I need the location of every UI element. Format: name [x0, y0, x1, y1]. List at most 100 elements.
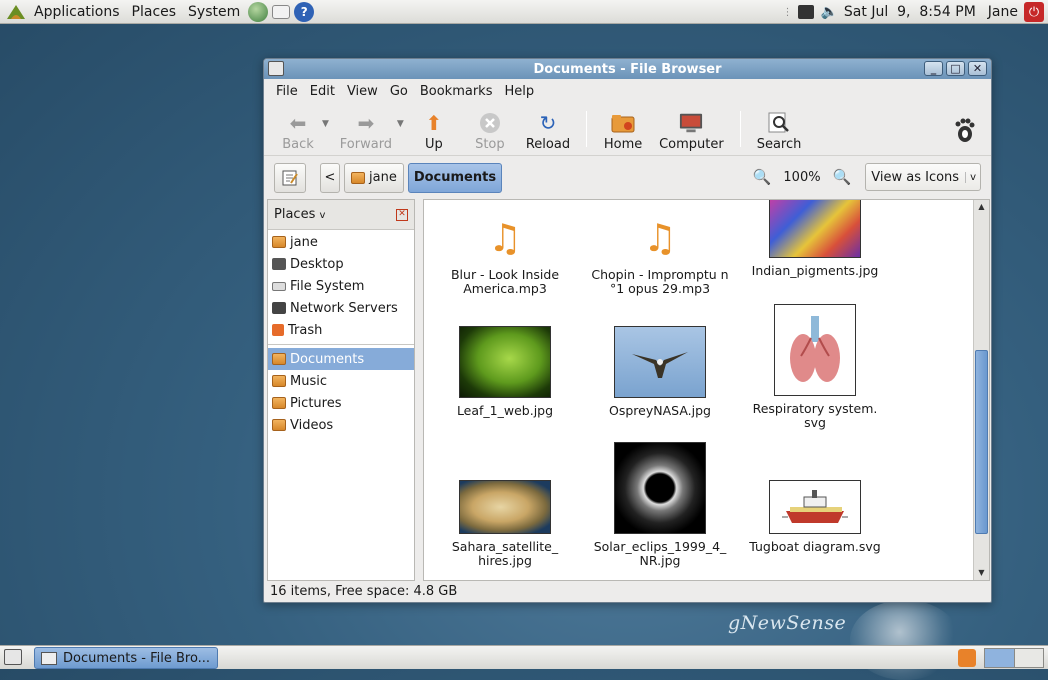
file-item[interactable]: ♫ Chopin - Impromptu n °1 opus 29.mp3 — [585, 218, 735, 296]
home-button[interactable]: Home — [595, 106, 651, 152]
chevron-down-icon: v — [319, 210, 326, 221]
show-desktop-icon[interactable] — [4, 649, 22, 665]
sidebar-item-music[interactable]: Music — [268, 370, 414, 392]
web-browser-icon[interactable] — [248, 1, 269, 22]
trash-icon — [272, 324, 284, 336]
menu-view[interactable]: View — [341, 84, 384, 99]
scrollbar-thumb[interactable] — [975, 350, 988, 534]
bottom-panel: Documents - File Bro... — [0, 645, 1048, 669]
help-icon[interactable]: ? — [294, 1, 315, 22]
menu-go[interactable]: Go — [384, 84, 414, 99]
network-status-icon[interactable] — [798, 5, 815, 19]
close-button[interactable]: ✕ — [968, 61, 987, 76]
window-titlebar[interactable]: Documents - File Browser _ □ ✕ — [264, 59, 991, 79]
file-icon-view: ♫ Blur - Look Inside America.mp3 ♫ Chopi… — [423, 199, 990, 581]
workspace-2[interactable] — [1014, 649, 1043, 667]
image-thumbnail — [769, 200, 861, 258]
image-thumbnail — [769, 480, 861, 534]
sidebar-item-documents[interactable]: Documents — [268, 348, 414, 370]
back-history-dropdown[interactable]: ▼ — [322, 119, 329, 129]
toolbar-separator — [586, 111, 588, 147]
scroll-down-arrow-icon[interactable]: ▼ — [974, 566, 989, 580]
mail-icon[interactable] — [272, 4, 291, 19]
file-item[interactable]: ♫ Blur - Look Inside America.mp3 — [430, 218, 580, 296]
sidebar-item-desktop[interactable]: Desktop — [268, 253, 414, 275]
zoom-out-icon[interactable]: 🔍 — [753, 168, 772, 186]
file-item[interactable]: Leaf_1_web.jpg — [430, 326, 580, 418]
sidebar-splitter[interactable] — [415, 199, 423, 581]
taskbar-window-button[interactable]: Documents - File Bro... — [34, 647, 218, 669]
sidebar-item-network-servers[interactable]: Network Servers — [268, 297, 414, 319]
status-bar: 16 items, Free space: 4.8 GB — [264, 580, 991, 602]
file-item[interactable]: Sahara_satellite_ hires.jpg — [430, 480, 580, 568]
file-item[interactable]: Indian_pigments.jpg — [740, 200, 890, 278]
zoom-level[interactable]: 100% — [783, 170, 820, 185]
search-button[interactable]: Search — [749, 106, 810, 152]
up-arrow-icon: ⬆ — [425, 111, 443, 135]
file-browser-icon — [41, 651, 57, 665]
zoom-in-icon[interactable]: 🔍 — [833, 168, 852, 186]
folder-icon — [272, 397, 286, 409]
applications-menu[interactable]: Applications — [28, 4, 126, 20]
sidebar-item-file-system[interactable]: File System — [268, 275, 414, 297]
file-item[interactable]: Tugboat diagram.svg — [740, 480, 890, 554]
folder-icon — [272, 419, 286, 431]
breadcrumb-home[interactable]: jane — [344, 162, 404, 193]
sidebar-item-videos[interactable]: Videos — [268, 414, 414, 436]
computer-button[interactable]: Computer — [651, 106, 732, 152]
distro-logo-icon[interactable] — [4, 1, 28, 23]
user-name[interactable]: Jane — [988, 4, 1018, 20]
breadcrumb-current[interactable]: Documents — [407, 162, 503, 193]
menu-help[interactable]: Help — [498, 84, 540, 99]
workspace-1[interactable] — [985, 649, 1015, 667]
clock[interactable]: Sat Jul 9, 8:54 PM — [844, 4, 976, 20]
places-menu[interactable]: Places — [126, 4, 183, 20]
chevron-down-icon: v — [965, 171, 976, 183]
trash-applet-icon[interactable] — [958, 649, 976, 667]
sidebar-item-pictures[interactable]: Pictures — [268, 392, 414, 414]
up-button[interactable]: ⬆ Up — [406, 106, 462, 152]
file-item[interactable]: Solar_eclips_1999_4_ NR.jpg — [585, 442, 735, 568]
sidebar-header: Places v ✕ — [268, 200, 414, 230]
drive-icon — [272, 281, 286, 291]
sidebar-item-trash[interactable]: Trash — [268, 319, 414, 341]
toggle-location-entry-button[interactable] — [274, 162, 306, 193]
back-button[interactable]: ⬅ Back — [270, 106, 326, 152]
image-thumbnail — [614, 442, 706, 534]
shutdown-icon[interactable]: ⏻ — [1024, 2, 1044, 22]
stop-button[interactable]: Stop — [462, 106, 518, 152]
file-item[interactable]: Respiratory system. svg — [740, 304, 890, 430]
forward-history-dropdown[interactable]: ▼ — [397, 119, 404, 129]
workspace-switcher[interactable] — [984, 648, 1044, 668]
music-note-icon: ♫ — [642, 216, 678, 260]
window-menu-icon[interactable] — [268, 61, 284, 76]
back-arrow-icon: ⬅ — [289, 111, 307, 135]
content-area: Places v ✕ jane Desktop File System Netw… — [267, 199, 990, 581]
minimize-button[interactable]: _ — [924, 61, 943, 76]
top-panel: Applications Places System ? ⋮ 🔈 Sat Jul… — [0, 0, 1048, 24]
sidebar-type-select[interactable]: Places v — [274, 207, 325, 222]
close-sidebar-icon[interactable]: ✕ — [396, 208, 408, 221]
reload-button[interactable]: ↻ Reload — [518, 106, 578, 152]
vertical-scrollbar[interactable]: ▲ ▼ — [973, 200, 989, 580]
view-mode-select[interactable]: View as Icons v — [865, 163, 981, 191]
path-back-button[interactable]: < — [320, 162, 340, 193]
reload-icon: ↻ — [539, 111, 557, 135]
sidebar-item-jane[interactable]: jane — [268, 231, 414, 253]
menu-file[interactable]: File — [270, 84, 304, 99]
forward-button[interactable]: ➡ Forward — [331, 106, 401, 152]
volume-icon[interactable]: 🔈 — [820, 4, 837, 20]
file-browser-window: Documents - File Browser _ □ ✕ File Edit… — [263, 58, 992, 603]
system-menu[interactable]: System — [182, 4, 246, 20]
desktop-brand-logo: gNewSense — [728, 612, 847, 634]
sidebar-divider — [268, 344, 414, 345]
menu-bookmarks[interactable]: Bookmarks — [414, 84, 499, 99]
image-thumbnail — [614, 326, 706, 398]
maximize-button[interactable]: □ — [946, 61, 965, 76]
menu-edit[interactable]: Edit — [304, 84, 341, 99]
folder-icon — [272, 375, 286, 387]
window-title: Documents - File Browser — [533, 61, 722, 77]
file-item[interactable]: OspreyNASA.jpg — [585, 326, 735, 418]
scroll-up-arrow-icon[interactable]: ▲ — [974, 200, 989, 214]
status-text: 16 items, Free space: 4.8 GB — [270, 583, 458, 599]
